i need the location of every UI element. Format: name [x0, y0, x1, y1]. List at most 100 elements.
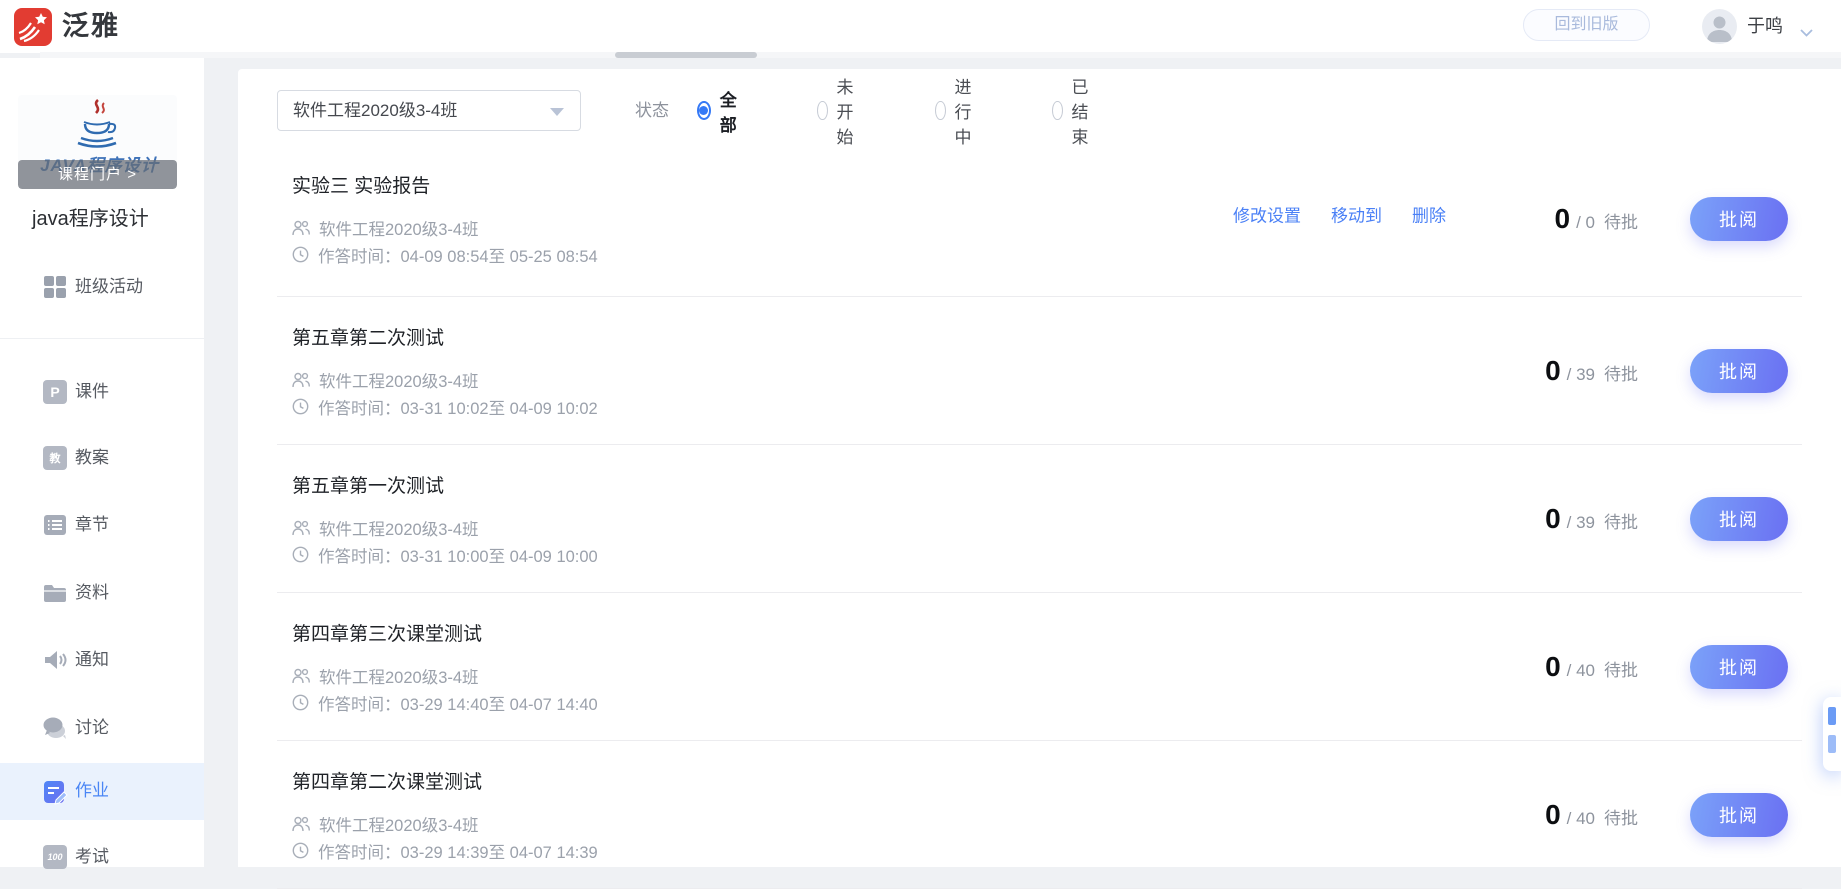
- assignment-time: 04-09 08:54至 05-25 08:54: [401, 243, 598, 267]
- lesson-file-icon: 教: [43, 446, 67, 470]
- review-button[interactable]: 批阅: [1690, 497, 1788, 541]
- assignment-class: 软件工程2020级3-4班: [319, 516, 479, 540]
- clock-icon: [292, 694, 309, 711]
- clock-icon: [292, 246, 309, 263]
- sidebar-item-lesson-plan[interactable]: 教 教案: [0, 430, 204, 486]
- assignment-time: 03-29 14:39至 04-07 14:39: [401, 839, 598, 863]
- review-button[interactable]: 批阅: [1690, 197, 1788, 241]
- assignment-title[interactable]: 第五章第一次测试: [292, 471, 1478, 498]
- assignment-row: 第五章第一次测试 软件工程2020级3-4班 作答时间：03-31 10:00至…: [277, 445, 1802, 593]
- action-link[interactable]: 修改设置: [1233, 201, 1301, 226]
- course-portal-overlay[interactable]: 课程门户 >: [18, 160, 177, 189]
- pending-label: 待批: [1604, 208, 1638, 233]
- assignment-class: 软件工程2020级3-4班: [319, 216, 479, 240]
- sidebar-item-materials[interactable]: 资料: [0, 565, 204, 621]
- class-select-value: 软件工程2020级3-4班: [293, 101, 457, 120]
- list-icon: [43, 513, 67, 537]
- pending-label: 待批: [1604, 804, 1638, 829]
- assignment-time-label: 作答时间：: [318, 839, 401, 863]
- speaker-icon: [43, 648, 67, 672]
- sidebar-item-discussion[interactable]: 讨论: [0, 700, 204, 756]
- assignment-title[interactable]: 第四章第二次课堂测试: [292, 767, 1478, 794]
- sidebar-item-courseware[interactable]: P 课件: [0, 364, 204, 420]
- course-title: java程序设计: [32, 202, 149, 231]
- grid-icon: [43, 275, 67, 299]
- assignment-time-label: 作答时间：: [318, 395, 401, 419]
- caret-down-icon: [550, 108, 564, 116]
- radio-option-not-started[interactable]: 未开始: [817, 90, 862, 131]
- chevron-down-icon[interactable]: [1800, 24, 1813, 42]
- assignment-class: 软件工程2020级3-4班: [319, 812, 479, 836]
- people-icon: [292, 520, 310, 536]
- course-sidebar: JAVA程序设计 课程门户 > java程序设计 班级活动 P 课件 教 教案 …: [0, 58, 204, 867]
- people-icon: [292, 816, 310, 832]
- assignment-time-label: 作答时间：: [318, 543, 401, 567]
- people-icon: [292, 372, 310, 388]
- radio-option-ended[interactable]: 已结束: [1052, 90, 1097, 131]
- done-count: 0: [1555, 203, 1571, 235]
- done-count: 0: [1545, 355, 1561, 387]
- assignment-title[interactable]: 第五章第二次测试: [292, 323, 1478, 350]
- assignment-stats: 0 / 39 待批: [1478, 503, 1638, 535]
- assignment-class: 软件工程2020级3-4班: [319, 368, 479, 392]
- fanya-logo-icon[interactable]: [14, 8, 52, 46]
- status-label: 状态: [635, 90, 669, 131]
- user-name[interactable]: 于鸣: [1747, 0, 1783, 53]
- sidebar-divider: [0, 338, 204, 339]
- assignment-stats: 0 / 40 待批: [1478, 651, 1638, 683]
- action-link[interactable]: 移动到: [1331, 201, 1382, 226]
- review-button[interactable]: 批阅: [1690, 645, 1788, 689]
- exam-score-icon: 100: [43, 845, 67, 869]
- people-icon: [292, 220, 310, 236]
- chat-bubbles-icon: [43, 716, 67, 740]
- folder-icon: [43, 581, 67, 605]
- radio-circle: [935, 101, 946, 120]
- assignment-title[interactable]: 实验三 实验报告: [292, 171, 1478, 198]
- class-select[interactable]: 软件工程2020级3-4班: [277, 90, 581, 131]
- done-count: 0: [1545, 651, 1561, 683]
- assignment-stats: 0 / 40 待批: [1478, 799, 1638, 831]
- pending-label: 待批: [1604, 508, 1638, 533]
- review-button[interactable]: 批阅: [1690, 349, 1788, 393]
- course-image[interactable]: JAVA程序设计 课程门户 >: [18, 95, 177, 189]
- pending-label: 待批: [1604, 360, 1638, 385]
- assignment-stats: 0 / 39 待批: [1478, 355, 1638, 387]
- sidebar-item-notifications[interactable]: 通知: [0, 632, 204, 688]
- back-to-old-version-button[interactable]: 回到旧版: [1523, 9, 1650, 41]
- total-count: / 0: [1576, 213, 1595, 233]
- assignment-time-label: 作答时间：: [318, 243, 401, 267]
- sidebar-item-class-activity[interactable]: 班级活动: [0, 259, 204, 315]
- sidebar-item-homework[interactable]: 作业: [0, 763, 204, 820]
- homework-pencil-icon: [43, 779, 67, 803]
- assignment-row: 实验三 实验报告 软件工程2020级3-4班 作答时间：04-09 08:54至…: [277, 131, 1802, 297]
- pending-label: 待批: [1604, 656, 1638, 681]
- radio-option-in-progress[interactable]: 进行中: [935, 90, 980, 131]
- total-count: / 40: [1567, 809, 1595, 829]
- assignment-row: 第五章第二次测试 软件工程2020级3-4班 作答时间：03-31 10:02至…: [277, 297, 1802, 445]
- review-button[interactable]: 批阅: [1690, 793, 1788, 837]
- ppt-file-icon: P: [43, 380, 67, 404]
- total-count: / 39: [1567, 513, 1595, 533]
- assignment-time: 03-31 10:02至 04-09 10:02: [401, 395, 598, 419]
- sidebar-item-exam[interactable]: 100 考试: [0, 829, 204, 885]
- clock-icon: [292, 546, 309, 563]
- assignment-list: 实验三 实验报告 软件工程2020级3-4班 作答时间：04-09 08:54至…: [238, 131, 1841, 889]
- avatar[interactable]: [1702, 9, 1737, 44]
- assignment-stats: 0 / 0 待批: [1478, 203, 1638, 235]
- clock-icon: [292, 398, 309, 415]
- horizontal-scrollbar-track[interactable]: [40, 52, 1841, 58]
- clock-icon: [292, 842, 309, 859]
- radio-option-all[interactable]: 全部: [697, 90, 742, 131]
- filter-bar: 软件工程2020级3-4班 状态 全部 未开始 进行中 已结束: [238, 69, 1841, 131]
- assignment-class: 软件工程2020级3-4班: [319, 664, 479, 688]
- people-icon: [292, 668, 310, 684]
- top-header: 泛雅 回到旧版 于鸣: [0, 0, 1841, 53]
- assignment-title[interactable]: 第四章第三次课堂测试: [292, 619, 1478, 646]
- sidebar-item-chapters[interactable]: 章节: [0, 497, 204, 553]
- floating-sidebar-widget[interactable]: [1823, 697, 1841, 771]
- horizontal-scrollbar-thumb[interactable]: [615, 52, 757, 58]
- radio-circle: [1052, 101, 1063, 120]
- assignment-row: 第四章第三次课堂测试 软件工程2020级3-4班 作答时间：03-29 14:4…: [277, 593, 1802, 741]
- action-link[interactable]: 删除: [1412, 201, 1446, 226]
- radio-circle: [817, 101, 828, 120]
